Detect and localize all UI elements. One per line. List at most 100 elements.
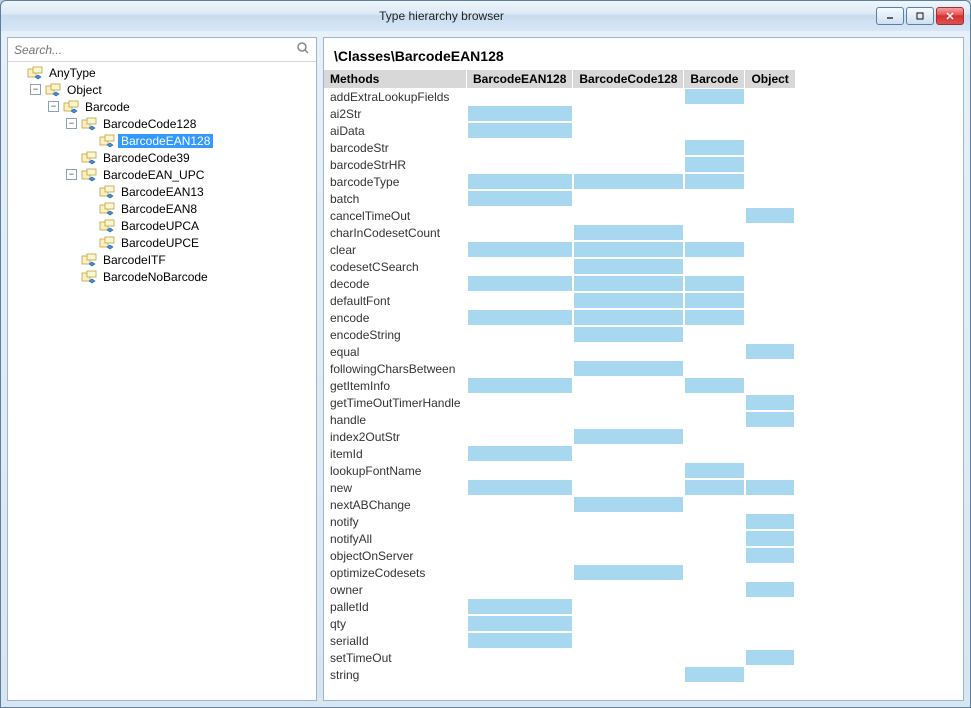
table-row[interactable]: defaultFont (324, 292, 795, 309)
table-row[interactable]: notify (324, 513, 795, 530)
tree-label[interactable]: BarcodeNoBarcode (100, 270, 211, 284)
table-row[interactable]: qty (324, 615, 795, 632)
override-cell (684, 292, 745, 309)
tree-label[interactable]: BarcodeITF (100, 253, 169, 267)
method-name-cell: string (324, 666, 467, 683)
tree-node[interactable]: BarcodeITF (8, 251, 316, 268)
minimize-button[interactable] (876, 7, 904, 25)
tree-node[interactable]: BarcodeNoBarcode (8, 268, 316, 285)
type-tree[interactable]: AnyType−Object−Barcode−BarcodeCode128Bar… (8, 62, 316, 700)
tree-node[interactable]: − Barcode (8, 98, 316, 115)
table-row[interactable]: handle (324, 411, 795, 428)
table-row[interactable]: palletId (324, 598, 795, 615)
table-row[interactable]: getTimeOutTimerHandle (324, 394, 795, 411)
close-button[interactable] (936, 7, 964, 25)
tree-label[interactable]: BarcodeCode39 (100, 151, 193, 165)
table-row[interactable]: encodeString (324, 326, 795, 343)
tree-node[interactable]: BarcodeEAN8 (8, 200, 316, 217)
search-icon[interactable] (296, 41, 310, 58)
tree-label[interactable]: Barcode (82, 100, 133, 114)
table-row[interactable]: codesetCSearch (324, 258, 795, 275)
tree-label[interactable]: BarcodeEAN_UPC (100, 168, 207, 182)
column-header[interactable]: BarcodeEAN128 (467, 70, 573, 88)
override-cell (745, 445, 795, 462)
override-cell (573, 275, 684, 292)
table-row[interactable]: itemId (324, 445, 795, 462)
table-row[interactable]: addExtraLookupFields (324, 88, 795, 105)
collapse-icon[interactable]: − (66, 169, 77, 180)
table-row[interactable]: setTimeOut (324, 649, 795, 666)
tree-node[interactable]: − BarcodeEAN_UPC (8, 166, 316, 183)
window-controls (876, 7, 964, 25)
class-icon (99, 236, 115, 250)
collapse-icon[interactable]: − (66, 118, 77, 129)
collapse-icon[interactable]: − (30, 84, 41, 95)
method-name-cell: encode (324, 309, 467, 326)
search-input[interactable] (14, 43, 296, 57)
tree-label[interactable]: BarcodeUPCE (118, 236, 202, 250)
override-cell (467, 88, 573, 105)
table-row[interactable]: new (324, 479, 795, 496)
table-row[interactable]: owner (324, 581, 795, 598)
collapse-icon[interactable]: − (48, 101, 59, 112)
tree-node[interactable]: − Object (8, 81, 316, 98)
class-icon (99, 202, 115, 216)
titlebar[interactable]: Type hierarchy browser (1, 1, 970, 31)
table-row[interactable]: ai2Str (324, 105, 795, 122)
table-row[interactable]: cancelTimeOut (324, 207, 795, 224)
column-header[interactable]: Barcode (684, 70, 745, 88)
override-cell (684, 428, 745, 445)
table-row[interactable]: serialId (324, 632, 795, 649)
table-row[interactable]: equal (324, 343, 795, 360)
column-header[interactable]: BarcodeCode128 (573, 70, 684, 88)
tree-node[interactable]: BarcodeUPCA (8, 217, 316, 234)
method-name-cell: nextABChange (324, 496, 467, 513)
tree-node[interactable]: − BarcodeCode128 (8, 115, 316, 132)
method-name-cell: getTimeOutTimerHandle (324, 394, 467, 411)
column-header[interactable]: Object (745, 70, 795, 88)
tree-label[interactable]: BarcodeUPCA (118, 219, 202, 233)
override-marker (685, 89, 744, 104)
table-row[interactable]: decode (324, 275, 795, 292)
table-row[interactable]: objectOnServer (324, 547, 795, 564)
override-cell (745, 105, 795, 122)
tree-label[interactable]: BarcodeEAN13 (118, 185, 207, 199)
table-row[interactable]: optimizeCodesets (324, 564, 795, 581)
tree-label[interactable]: AnyType (46, 66, 99, 80)
table-row[interactable]: lookupFontName (324, 462, 795, 479)
override-cell (684, 88, 745, 105)
column-header[interactable]: Methods (324, 70, 467, 88)
override-cell (745, 598, 795, 615)
tree-node[interactable]: BarcodeEAN128 (8, 132, 316, 149)
table-row[interactable]: getItemInfo (324, 377, 795, 394)
table-row[interactable]: barcodeStrHR (324, 156, 795, 173)
table-row[interactable]: index2OutStr (324, 428, 795, 445)
override-cell (573, 190, 684, 207)
table-row[interactable]: barcodeStr (324, 139, 795, 156)
tree-node[interactable]: BarcodeCode39 (8, 149, 316, 166)
maximize-button[interactable] (906, 7, 934, 25)
table-row[interactable]: nextABChange (324, 496, 795, 513)
table-row[interactable]: barcodeType (324, 173, 795, 190)
tree-node[interactable]: AnyType (8, 64, 316, 81)
override-cell (745, 139, 795, 156)
tree-label[interactable]: BarcodeCode128 (100, 117, 199, 131)
table-row[interactable]: string (324, 666, 795, 683)
table-row[interactable]: aiData (324, 122, 795, 139)
tree-node[interactable]: BarcodeEAN13 (8, 183, 316, 200)
table-row[interactable]: followingCharsBetween (324, 360, 795, 377)
methods-grid[interactable]: MethodsBarcodeEAN128BarcodeCode128Barcod… (324, 70, 963, 700)
tree-label[interactable]: BarcodeEAN128 (118, 134, 213, 148)
table-row[interactable]: charInCodesetCount (324, 224, 795, 241)
table-row[interactable]: clear (324, 241, 795, 258)
override-cell (467, 241, 573, 258)
table-row[interactable]: notifyAll (324, 530, 795, 547)
tree-label[interactable]: Object (64, 83, 105, 97)
override-cell (573, 496, 684, 513)
table-row[interactable]: batch (324, 190, 795, 207)
override-cell (467, 377, 573, 394)
tree-label[interactable]: BarcodeEAN8 (118, 202, 200, 216)
tree-node[interactable]: BarcodeUPCE (8, 234, 316, 251)
table-row[interactable]: encode (324, 309, 795, 326)
override-cell (745, 547, 795, 564)
